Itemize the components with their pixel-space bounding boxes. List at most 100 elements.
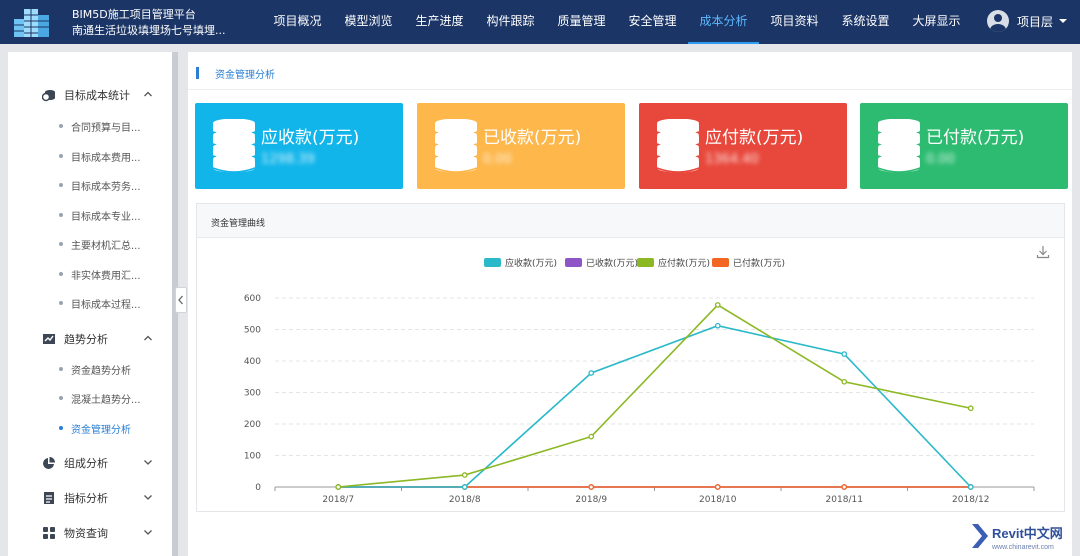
sidebar-subitem-label: 目标成本费用...: [71, 153, 141, 164]
sidebar-group-label: 目标成本统计: [64, 89, 130, 102]
sidebar-subitem[interactable]: 资金趋势分析: [8, 356, 176, 382]
nav-item-8[interactable]: 系统设置: [830, 0, 901, 44]
series-line-0: [338, 324, 972, 488]
sidebar-subitem[interactable]: 资金管理分析: [8, 415, 176, 441]
legend-item-2[interactable]: 应付款(万元): [637, 257, 710, 269]
pie-chart-icon: [43, 457, 55, 469]
sidebar-subitem[interactable]: 目标成本过程...: [8, 290, 176, 316]
database-icon: [656, 119, 700, 173]
data-point[interactable]: [714, 484, 721, 490]
x-tick-label: 2018/9: [575, 495, 607, 505]
sidebar-subitem[interactable]: 目标成本费用...: [8, 143, 176, 169]
main-nav: 项目概况 模型浏览 生产进度 构件跟踪 质量管理 安全管理 成本分析 项目资料 系统设置 大屏显示: [262, 0, 972, 44]
summary-card-3[interactable]: 已付款(万元) 0.00: [860, 103, 1068, 189]
data-point[interactable]: [588, 370, 595, 376]
sidebar-group-1[interactable]: 趋势分析: [8, 324, 176, 354]
y-tick-label: 400: [244, 357, 261, 367]
data-point[interactable]: [461, 484, 468, 490]
y-tick-label: 100: [244, 452, 261, 462]
nav-item-1[interactable]: 模型浏览: [333, 0, 404, 44]
sidebar-group-3[interactable]: 指标分析: [8, 483, 176, 513]
legend-item-1[interactable]: 已收款(万元): [565, 257, 638, 269]
sidebar-subitem[interactable]: 非实体费用汇...: [8, 261, 176, 287]
data-point[interactable]: [461, 472, 468, 478]
card-value: 0.00: [926, 152, 955, 167]
chart-panel-header: 资金管理曲线: [197, 204, 1064, 238]
sidebar-subitem[interactable]: 目标成本劳务...: [8, 172, 176, 198]
bullet-dot: [59, 183, 63, 187]
main-content: 资金管理分析 应收款(万元) 1298.39 已收款(万元) 0.00 应付款(万元) 1…: [188, 52, 1072, 556]
legend-swatch: [637, 258, 654, 267]
database-icon: [434, 119, 478, 173]
data-point[interactable]: [714, 302, 721, 308]
nav-item-9[interactable]: 大屏显示: [901, 0, 972, 44]
nav-item-0[interactable]: 项目概况: [262, 0, 333, 44]
chevron-up-icon[interactable]: [142, 88, 154, 100]
sidebar-subitem-label: 目标成本过程...: [71, 300, 141, 311]
data-point[interactable]: [967, 484, 974, 490]
sidebar-subitem[interactable]: 混凝土趋势分...: [8, 385, 176, 411]
series-line-2: [338, 303, 971, 488]
bullet-dot: [59, 367, 63, 371]
nav-item-3[interactable]: 构件跟踪: [475, 0, 546, 44]
sidebar-group-0[interactable]: 目标成本统计: [8, 80, 176, 110]
data-point[interactable]: [841, 378, 848, 385]
data-point[interactable]: [841, 351, 848, 357]
sidebar-group-4[interactable]: 物资查询: [8, 518, 176, 548]
legend-label: 已付款(万元): [733, 257, 785, 269]
chevron-up-icon[interactable]: [142, 332, 154, 344]
sidebar-group-2[interactable]: 组成分析: [8, 448, 176, 478]
nav-item-5[interactable]: 安全管理: [617, 0, 688, 44]
card-label: 已收款(万元): [483, 128, 582, 148]
chart-panel-title: 资金管理曲线: [211, 219, 266, 229]
sidebar-subitem-label: 合同预算与目...: [71, 123, 141, 134]
platform-name: BIM5D施工项目管理平台: [72, 8, 196, 21]
data-point[interactable]: [588, 433, 595, 440]
bullet-dot: [59, 213, 63, 217]
card-label: 应收款(万元): [261, 128, 360, 148]
legend-item-3[interactable]: 已付款(万元): [712, 257, 785, 269]
chevron-down-icon[interactable]: [142, 526, 154, 538]
x-tick-label: 2018/7: [322, 495, 354, 505]
grid-icon: [43, 527, 55, 539]
report-icon: [44, 492, 54, 504]
summary-card-1[interactable]: 已收款(万元) 0.00: [417, 103, 625, 189]
nav-item-6[interactable]: 成本分析: [688, 0, 759, 44]
sidebar-subitem[interactable]: 合同预算与目...: [8, 113, 176, 139]
sidebar-subitem-label: 资金管理分析: [71, 425, 131, 436]
nav-item-4[interactable]: 质量管理: [546, 0, 617, 44]
chevron-down-icon[interactable]: [142, 491, 154, 503]
x-tick-label: 2018/12: [952, 495, 989, 505]
coins-icon: [42, 90, 55, 102]
chart-panel: 资金管理曲线 0 100 200 300 400 500 600 2018/7 2018/8 20…: [196, 203, 1065, 512]
legend-label: 应收款(万元): [505, 257, 557, 269]
user-menu[interactable]: 项目层: [986, 10, 1068, 32]
user-level-label[interactable]: 项目层: [1017, 13, 1053, 30]
legend-swatch: [484, 258, 501, 267]
data-point[interactable]: [335, 484, 342, 490]
collapse-sidebar-button[interactable]: [175, 287, 187, 313]
sidebar-subitem-label: 混凝土趋势分...: [71, 395, 141, 406]
avatar[interactable]: [986, 10, 1009, 32]
y-tick-label: 0: [255, 483, 261, 493]
card-label: 已付款(万元): [926, 128, 1025, 148]
nav-item-7[interactable]: 项目资料: [759, 0, 830, 44]
legend-item-0[interactable]: 应收款(万元): [484, 257, 557, 269]
caret-down-icon[interactable]: [1058, 17, 1068, 25]
summary-card-0[interactable]: 应收款(万元) 1298.39: [195, 103, 403, 189]
sidebar-group-label: 指标分析: [64, 492, 108, 505]
chevron-down-icon[interactable]: [142, 456, 154, 468]
summary-card-2[interactable]: 应付款(万元) 1364.40: [639, 103, 847, 189]
sidebar-subitem[interactable]: 主要材机汇总...: [8, 231, 176, 257]
sidebar-subitem[interactable]: 目标成本专业...: [8, 202, 176, 228]
bullet-dot: [59, 242, 63, 246]
y-tick-label: 600: [244, 294, 261, 304]
data-point[interactable]: [967, 405, 974, 412]
data-point[interactable]: [841, 484, 848, 490]
bullet-dot: [59, 396, 63, 400]
data-point[interactable]: [714, 322, 721, 329]
y-tick-label: 500: [244, 326, 261, 336]
legend-swatch: [565, 258, 582, 267]
data-point[interactable]: [588, 484, 595, 490]
nav-item-2[interactable]: 生产进度: [404, 0, 475, 44]
